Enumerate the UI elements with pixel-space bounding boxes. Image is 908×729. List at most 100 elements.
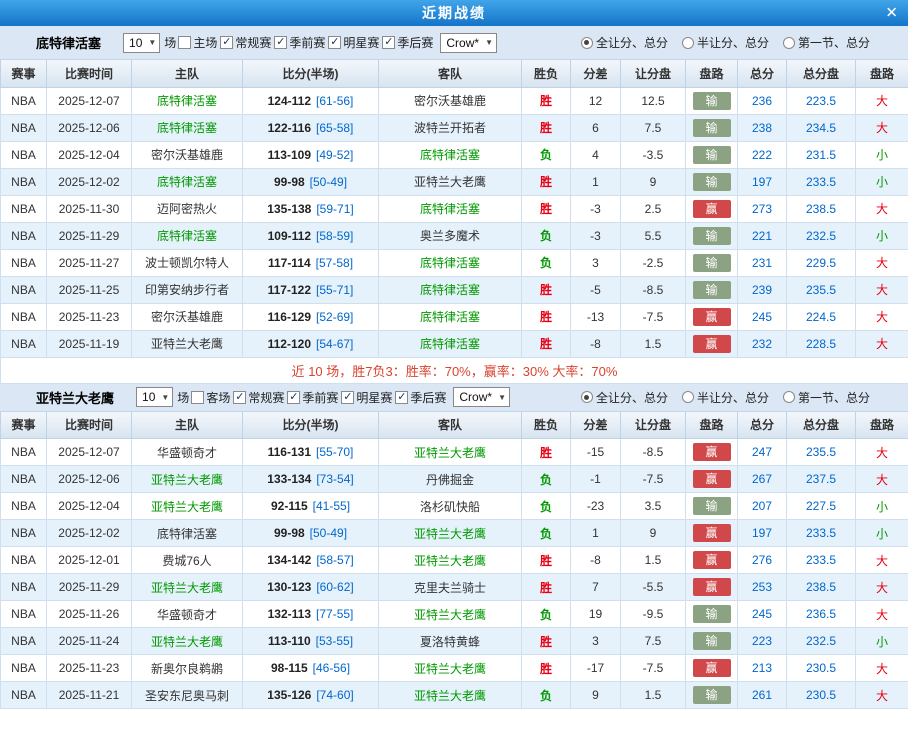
final-score: 134-142: [267, 553, 311, 567]
handicap-cell: 7.5: [621, 628, 686, 655]
total-points: 213: [752, 661, 772, 675]
home-team-cell: 华盛顿奇才: [132, 439, 243, 466]
handicap-result-badge: 赢: [693, 524, 731, 542]
total-cell: 245: [738, 601, 787, 628]
home-team-cell: 亚特兰大老鹰: [132, 466, 243, 493]
final-score: 130-123: [267, 580, 311, 594]
stat-mode-radio[interactable]: 全让分、总分: [581, 389, 668, 406]
league-cell: NBA: [1, 520, 47, 547]
total-line: 234.5: [806, 121, 836, 135]
handicap-cell: 12.5: [621, 87, 686, 114]
filter-checkbox[interactable]: 客场: [191, 389, 230, 406]
home-team-name: 亚特兰大老鹰: [151, 581, 223, 595]
games-count-select[interactable]: 10 ▼: [136, 387, 173, 407]
filter-checkbox[interactable]: ✓明星赛: [328, 34, 379, 51]
stat-mode-radio[interactable]: 半让分、总分: [682, 389, 769, 406]
total-line: 230.5: [806, 661, 836, 675]
away-team-name: 夏洛特黄蜂: [420, 635, 480, 649]
diff-cell: 1: [571, 520, 621, 547]
result-cell: 胜: [522, 303, 571, 330]
total-points: 197: [752, 175, 772, 189]
handicap-result-badge: 赢: [693, 578, 731, 596]
checkbox-icon: [191, 391, 204, 404]
handicap-cell: 1.5: [621, 682, 686, 709]
handicap-cell: 5.5: [621, 222, 686, 249]
column-header: 分差: [571, 412, 621, 439]
total-result-cell: 大: [856, 682, 908, 709]
total-line-cell: 223.5: [787, 87, 856, 114]
handicap-cell: -8.5: [621, 439, 686, 466]
close-icon[interactable]: ✕: [885, 6, 898, 21]
filter-checkbox[interactable]: 主场: [178, 34, 217, 51]
game-row: NBA2025-12-06底特律活塞122-116[65-58]波特兰开拓者胜6…: [1, 114, 908, 141]
filter-checkbox[interactable]: ✓季后赛: [382, 34, 433, 51]
season-select[interactable]: Crow* ▼: [453, 387, 510, 407]
total-cell: 221: [738, 222, 787, 249]
final-score: 117-114: [268, 256, 311, 270]
result-cell: 胜: [522, 547, 571, 574]
total-points: 238: [752, 121, 772, 135]
total-cell: 207: [738, 493, 787, 520]
total-points: 222: [752, 148, 772, 162]
win-loss-label: 胜: [540, 581, 552, 595]
league-cell: NBA: [1, 655, 47, 682]
total-result-cell: 大: [856, 439, 908, 466]
total-line-cell: 227.5: [787, 493, 856, 520]
diff-cell: -5: [571, 276, 621, 303]
handicap-result-badge: 输: [693, 119, 731, 137]
home-team-name: 圣安东尼奥马刺: [145, 689, 229, 703]
result-cell: 胜: [522, 574, 571, 601]
total-line: 238.5: [806, 580, 836, 594]
stat-mode-radio[interactable]: 第一节、总分: [783, 34, 870, 51]
total-line-cell: 233.5: [787, 168, 856, 195]
diff-cell: -15: [571, 439, 621, 466]
away-team-cell: 底特律活塞: [379, 249, 522, 276]
home-team-cell: 华盛顿奇才: [132, 601, 243, 628]
total-points: 273: [752, 202, 772, 216]
filter-checkbox[interactable]: ✓季后赛: [395, 389, 446, 406]
total-result-cell: 大: [856, 574, 908, 601]
column-header: 胜负: [522, 412, 571, 439]
stat-mode-radio[interactable]: 半让分、总分: [682, 34, 769, 51]
column-header: 盘路: [856, 60, 908, 87]
total-line: 232.5: [806, 229, 836, 243]
total-line: 229.5: [806, 256, 836, 270]
score-cell: 113-110[53-55]: [243, 628, 379, 655]
filter-checkbox[interactable]: ✓季前赛: [274, 34, 325, 51]
half-score: [74-60]: [316, 688, 353, 702]
date-cell: 2025-11-25: [47, 276, 132, 303]
handicap-result-cell: 输: [686, 493, 738, 520]
game-row: NBA2025-12-02底特律活塞99-98[50-49]亚特兰大老鹰负19赢…: [1, 520, 908, 547]
stat-mode-radio[interactable]: 全让分、总分: [581, 34, 668, 51]
away-team-cell: 亚特兰大老鹰: [379, 682, 522, 709]
league-cell: NBA: [1, 276, 47, 303]
season-select[interactable]: Crow* ▼: [440, 33, 497, 53]
total-line-cell: 230.5: [787, 682, 856, 709]
total-line: 227.5: [806, 499, 836, 513]
final-score: 135-138: [267, 202, 311, 216]
handicap-result-cell: 输: [686, 114, 738, 141]
final-score: 132-113: [268, 607, 311, 621]
column-header: 比分(半场): [243, 412, 379, 439]
date-cell: 2025-11-21: [47, 682, 132, 709]
radio-icon: [682, 391, 694, 403]
filter-checkbox[interactable]: ✓明星赛: [341, 389, 392, 406]
away-team-name: 亚特兰大老鹰: [414, 527, 486, 541]
score-cell: 133-134[73-54]: [243, 466, 379, 493]
filter-checkbox[interactable]: ✓常规赛: [220, 34, 271, 51]
league-cell: NBA: [1, 601, 47, 628]
total-cell: 253: [738, 574, 787, 601]
handicap-cell: -8.5: [621, 276, 686, 303]
total-result-label: 小: [876, 229, 888, 243]
total-cell: 238: [738, 114, 787, 141]
games-count-select[interactable]: 10 ▼: [123, 33, 160, 53]
total-result-label: 小: [876, 148, 888, 162]
filter-checkbox-group: 主场✓常规赛✓季前赛✓明星赛✓季后赛: [178, 34, 436, 51]
handicap-result-badge: 输: [693, 92, 731, 110]
win-loss-label: 胜: [540, 337, 552, 351]
filter-checkbox[interactable]: ✓季前赛: [287, 389, 338, 406]
handicap-result-cell: 输: [686, 601, 738, 628]
filter-checkbox[interactable]: ✓常规赛: [233, 389, 284, 406]
stat-mode-radio[interactable]: 第一节、总分: [783, 389, 870, 406]
radio-label: 全让分、总分: [596, 34, 668, 51]
